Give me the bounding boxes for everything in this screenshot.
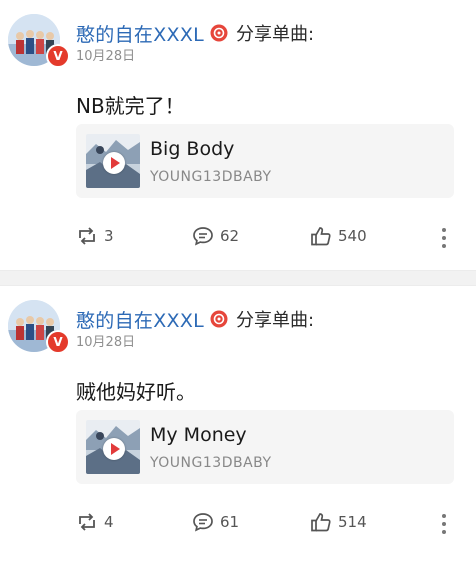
post-header: 憨的自在XXXL 分享单曲: <box>76 306 314 332</box>
song-artist: YOUNG13DBABY <box>150 169 272 185</box>
share-label: 分享单曲: <box>236 310 315 331</box>
more-icon[interactable] <box>436 226 452 250</box>
comment-button[interactable]: 62 <box>192 226 239 246</box>
username[interactable]: 憨的自在XXXL <box>76 20 204 47</box>
comment-count: 62 <box>220 227 240 245</box>
like-button[interactable]: 540 <box>310 226 367 246</box>
song-title: My Money <box>150 424 247 446</box>
action-bar: 4 61 514 <box>76 512 456 536</box>
brand-icon <box>210 310 228 328</box>
song-title: Big Body <box>150 138 235 160</box>
post: V 憨的自在XXXL 分享单曲: 10月28日 贼他妈好听。 My Money … <box>0 286 476 564</box>
comment-count: 61 <box>220 513 240 531</box>
like-count: 540 <box>338 227 367 245</box>
share-label: 分享单曲: <box>236 24 315 45</box>
verified-badge: V <box>46 44 70 68</box>
like-icon <box>311 513 331 532</box>
repost-icon <box>79 227 95 245</box>
verified-badge: V <box>46 330 70 354</box>
song-card[interactable]: My Money YOUNG13DBABY <box>76 410 454 484</box>
play-icon[interactable] <box>103 438 125 460</box>
song-card[interactable]: Big Body YOUNG13DBABY <box>76 124 454 198</box>
repost-count: 4 <box>104 513 114 531</box>
post-separator <box>0 270 476 286</box>
repost-icon <box>79 513 95 531</box>
like-button[interactable]: 514 <box>310 512 367 532</box>
like-count: 514 <box>338 513 367 531</box>
post-header: 憨的自在XXXL 分享单曲: <box>76 20 314 46</box>
repost-count: 3 <box>104 227 114 245</box>
play-icon[interactable] <box>103 152 125 174</box>
post-date: 10月28日 <box>76 335 136 350</box>
like-icon <box>311 227 331 246</box>
post: V 憨的自在XXXL 分享单曲: 10月28日 NB就完了！ Big Body … <box>0 0 476 270</box>
more-icon[interactable] <box>436 512 452 536</box>
action-bar: 3 62 540 <box>76 226 456 250</box>
comment-icon <box>193 227 213 246</box>
brand-icon <box>210 24 228 42</box>
username[interactable]: 憨的自在XXXL <box>76 306 204 333</box>
post-content: NB就完了！ <box>76 94 185 118</box>
repost-button[interactable]: 4 <box>76 512 114 532</box>
song-artist: YOUNG13DBABY <box>150 455 272 471</box>
comment-icon <box>193 513 213 532</box>
post-content: 贼他妈好听。 <box>76 380 196 404</box>
repost-button[interactable]: 3 <box>76 226 114 246</box>
post-date: 10月28日 <box>76 49 136 64</box>
comment-button[interactable]: 61 <box>192 512 239 532</box>
